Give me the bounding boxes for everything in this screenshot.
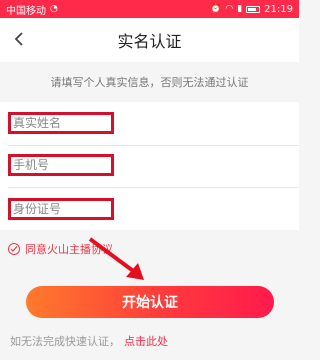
- start-verification-button[interactable]: 开始认证: [26, 286, 274, 318]
- check-circle-icon[interactable]: [8, 243, 20, 255]
- id-number-input[interactable]: [13, 202, 111, 216]
- chevron-left-icon: [14, 32, 23, 46]
- real-name-field[interactable]: [8, 112, 114, 134]
- nav-bar: 实名认证: [0, 18, 299, 62]
- status-time: 21:19: [264, 3, 293, 15]
- signal-icon: ◔: [50, 3, 58, 14]
- page-title: 实名认证: [117, 32, 182, 51]
- divider: [8, 187, 299, 188]
- id-number-field[interactable]: [8, 198, 114, 220]
- click-here-link[interactable]: 点击此处: [124, 333, 168, 349]
- divider: [8, 145, 299, 146]
- real-name-input[interactable]: [13, 116, 111, 130]
- checkmark-icon: [10, 246, 18, 252]
- status-right: ⏰ ◠ ▮ 21:19: [210, 4, 293, 15]
- alarm-icon: ⏰: [210, 3, 222, 14]
- fallback-row: 如无法完成快速认证， 点击此处: [10, 333, 168, 349]
- annotation-arrow-icon: [88, 237, 144, 280]
- status-bar: 中国移动 ◔ ⏰ ◠ ▮ 21:19: [0, 0, 299, 18]
- phone-input[interactable]: [13, 158, 111, 172]
- battery-icon: [246, 5, 261, 13]
- form-card: [0, 102, 299, 230]
- phone-field[interactable]: [8, 154, 114, 176]
- back-button[interactable]: [8, 28, 30, 50]
- carrier-label: 中国移动: [6, 5, 46, 17]
- wifi-icon: ◠: [225, 3, 234, 14]
- notice-text: 请填写个人真实信息，否则无法通过认证: [50, 76, 249, 89]
- status-left: 中国移动 ◔: [6, 2, 58, 17]
- fallback-text: 如无法完成快速认证，: [10, 335, 120, 348]
- signal-bars-icon: ▮: [237, 3, 243, 14]
